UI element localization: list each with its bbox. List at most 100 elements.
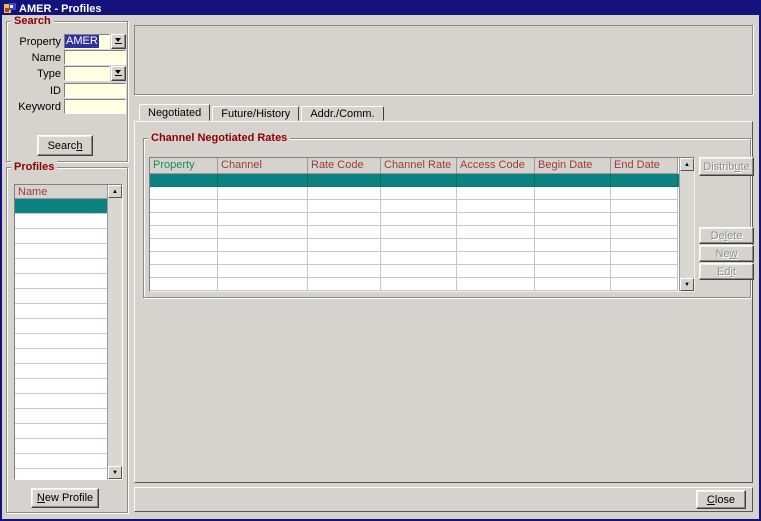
rates-cell bbox=[535, 278, 611, 291]
scroll-track[interactable] bbox=[108, 198, 122, 466]
rates-cell bbox=[308, 200, 381, 213]
window-title: AMER - Profiles bbox=[19, 3, 102, 15]
rates-cell bbox=[308, 187, 381, 200]
new-profile-button[interactable]: New Profile bbox=[31, 488, 99, 508]
profile-row[interactable] bbox=[15, 379, 107, 394]
rates-cell bbox=[611, 265, 678, 278]
rates-column-header[interactable]: End Date bbox=[611, 158, 678, 174]
property-dropdown-button[interactable] bbox=[111, 34, 126, 49]
property-label: Property bbox=[7, 36, 61, 48]
rates-row[interactable] bbox=[150, 278, 679, 291]
rates-cell bbox=[150, 265, 218, 278]
close-button[interactable]: Close bbox=[696, 490, 746, 509]
rates-cell bbox=[308, 265, 381, 278]
new-button[interactable]: New bbox=[699, 245, 754, 262]
profile-row[interactable] bbox=[15, 229, 107, 244]
profiles-name-column-header[interactable]: Name bbox=[15, 185, 107, 199]
rates-row[interactable] bbox=[150, 174, 679, 187]
rates-cell bbox=[535, 226, 611, 239]
search-group-label: Search bbox=[11, 15, 54, 28]
tab-addr-comm[interactable]: Addr./Comm. bbox=[301, 106, 383, 121]
scroll-track[interactable] bbox=[680, 171, 694, 278]
rates-row[interactable] bbox=[150, 252, 679, 265]
footer-bar: Close bbox=[134, 487, 753, 512]
rates-cell bbox=[308, 239, 381, 252]
property-field-row: Property AMER bbox=[7, 34, 127, 50]
rates-cell bbox=[218, 226, 308, 239]
dropdown-arrow-icon bbox=[115, 38, 122, 45]
scroll-down-button[interactable]: ▼ bbox=[108, 466, 122, 479]
profile-row[interactable] bbox=[15, 409, 107, 424]
rates-column-header[interactable]: Access Code bbox=[457, 158, 535, 174]
rates-row[interactable] bbox=[150, 265, 679, 278]
search-button[interactable]: Search bbox=[37, 135, 93, 156]
rates-cell bbox=[611, 187, 678, 200]
profile-row[interactable] bbox=[15, 394, 107, 409]
rates-cell bbox=[218, 187, 308, 200]
rates-cell bbox=[381, 213, 457, 226]
rates-cell bbox=[381, 265, 457, 278]
rates-row[interactable] bbox=[150, 187, 679, 200]
profile-row[interactable] bbox=[15, 319, 107, 334]
profile-row[interactable] bbox=[15, 244, 107, 259]
rates-row[interactable] bbox=[150, 226, 679, 239]
rates-scrollbar[interactable]: ▲ ▼ bbox=[679, 158, 694, 291]
rates-cell bbox=[381, 252, 457, 265]
tab-negotiated[interactable]: Negotiated bbox=[139, 104, 210, 121]
profile-row[interactable] bbox=[15, 439, 107, 454]
rates-cell bbox=[218, 200, 308, 213]
id-label: ID bbox=[7, 85, 61, 97]
profile-row[interactable] bbox=[15, 304, 107, 319]
profile-row[interactable] bbox=[15, 334, 107, 349]
profile-row[interactable] bbox=[15, 469, 107, 479]
up-arrow-icon: ▲ bbox=[112, 189, 118, 195]
rates-column-header[interactable]: Channel Rate bbox=[381, 158, 457, 174]
tab-future-history[interactable]: Future/History bbox=[212, 106, 299, 121]
name-input[interactable] bbox=[64, 50, 126, 65]
distribute-button[interactable]: Distribute bbox=[699, 157, 754, 176]
profile-row[interactable] bbox=[15, 259, 107, 274]
rates-row[interactable] bbox=[150, 200, 679, 213]
profile-row[interactable] bbox=[15, 454, 107, 469]
rates-cell bbox=[218, 174, 308, 187]
profile-row[interactable] bbox=[15, 364, 107, 379]
rates-cell bbox=[457, 265, 535, 278]
keyword-input[interactable] bbox=[64, 99, 126, 114]
type-input[interactable] bbox=[64, 66, 110, 81]
scroll-up-button[interactable]: ▲ bbox=[680, 158, 694, 171]
rates-group-label: Channel Negotiated Rates bbox=[148, 132, 290, 145]
id-input[interactable] bbox=[64, 83, 126, 98]
scroll-up-button[interactable]: ▲ bbox=[108, 185, 122, 198]
profiles-scrollbar[interactable]: ▲ ▼ bbox=[107, 185, 122, 479]
top-detail-panel bbox=[134, 25, 753, 95]
rates-row[interactable] bbox=[150, 239, 679, 252]
rates-cell bbox=[150, 174, 218, 187]
profile-row[interactable] bbox=[15, 424, 107, 439]
delete-button[interactable]: Delete bbox=[699, 227, 754, 244]
titlebar[interactable]: AMER - Profiles bbox=[2, 2, 759, 15]
name-label: Name bbox=[7, 52, 61, 64]
rates-cell bbox=[308, 278, 381, 291]
rates-cell bbox=[611, 239, 678, 252]
profile-row[interactable] bbox=[15, 199, 107, 214]
profile-row[interactable] bbox=[15, 214, 107, 229]
rates-row[interactable] bbox=[150, 213, 679, 226]
rates-cell bbox=[381, 174, 457, 187]
rates-cell bbox=[535, 213, 611, 226]
profile-row[interactable] bbox=[15, 349, 107, 364]
rates-column-header[interactable]: Begin Date bbox=[535, 158, 611, 174]
rates-cell bbox=[150, 213, 218, 226]
rates-cell bbox=[611, 278, 678, 291]
rates-column-header[interactable]: Channel bbox=[218, 158, 308, 174]
rates-column-header[interactable]: Property bbox=[150, 158, 218, 174]
rates-cell bbox=[381, 187, 457, 200]
type-label: Type bbox=[7, 68, 61, 80]
scroll-down-button[interactable]: ▼ bbox=[680, 278, 694, 291]
rates-column-header[interactable]: Rate Code bbox=[308, 158, 381, 174]
rates-cell bbox=[457, 187, 535, 200]
profile-row[interactable] bbox=[15, 274, 107, 289]
property-input[interactable]: AMER bbox=[64, 34, 110, 49]
edit-button[interactable]: Edit bbox=[699, 263, 754, 280]
profile-row[interactable] bbox=[15, 289, 107, 304]
type-dropdown-button[interactable] bbox=[111, 66, 126, 81]
